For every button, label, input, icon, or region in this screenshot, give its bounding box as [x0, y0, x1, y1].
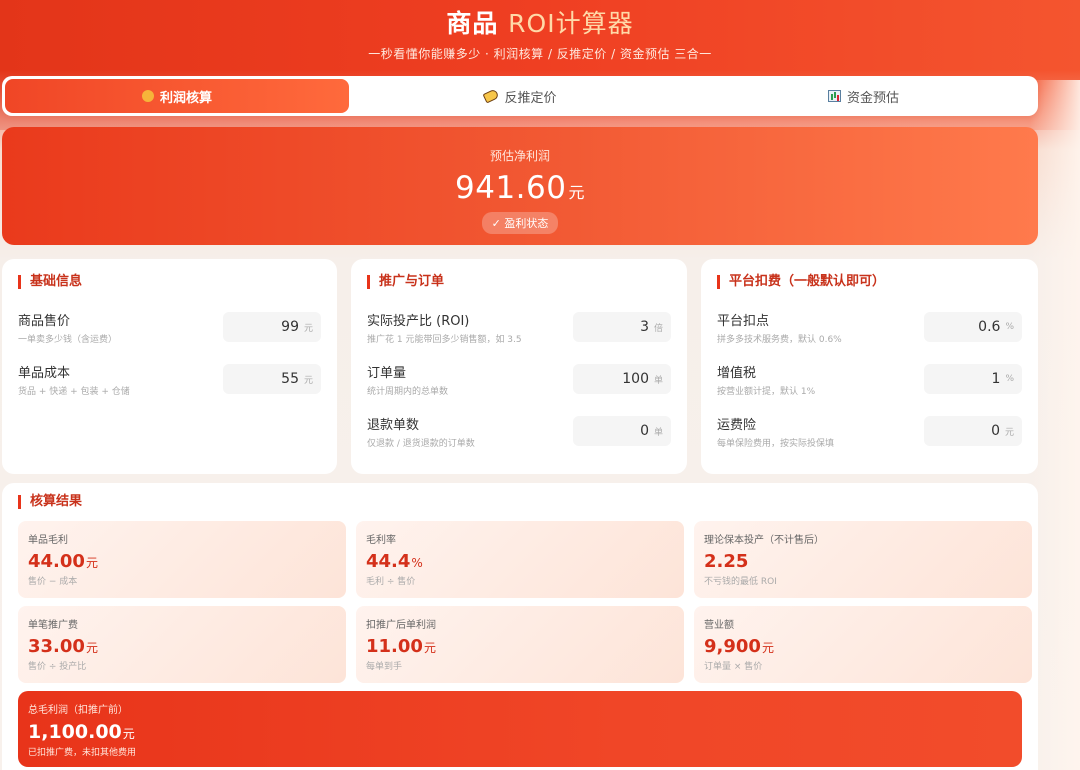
result-label: 毛利率 [366, 535, 396, 546]
net-per-order-card: 扣推广后单利润 11.00元 每单到手 [356, 606, 684, 683]
price-field: 商品售价 一单卖多少钱（含运费） 99 元 [18, 307, 321, 347]
shipping-insurance-field: 运费险 每单保险费用，按实际投保填 0元 [717, 411, 1022, 451]
result-value: 44.00元 [28, 551, 98, 572]
cost-input[interactable]: 55 元 [223, 364, 321, 394]
price-tag-icon [483, 88, 500, 104]
bar-chart-icon [827, 90, 841, 102]
platform-rate-field: 平台扣点 拼多多技术服务费，默认 0.6% 0.6% [717, 307, 1022, 347]
result-value: 2.25 [704, 551, 749, 572]
result-hint: 毛利 ÷ 售价 [366, 577, 416, 587]
results-grid: 单品毛利 44.00元 售价 − 成本 毛利率 44.4% 毛利 ÷ 售价 理论… [18, 521, 1032, 683]
vat-field: 增值税 按营业额计提，默认 1% 1% [717, 359, 1022, 399]
result-hint: 售价 − 成本 [28, 577, 78, 587]
gross-margin-card: 毛利率 44.4% 毛利 ÷ 售价 [356, 521, 684, 598]
platform-fee-card: 平台扣费（一般默认即可） 平台扣点 拼多多技术服务费，默认 0.6% 0.6% … [701, 259, 1038, 474]
field-hint: 按营业额计提，默认 1% [717, 386, 816, 397]
field-label: 实际投产比 (ROI) [367, 313, 470, 329]
total-label: 总毛利润（扣推广前） [28, 705, 128, 716]
result-label: 理论保本投产（不计售后） [704, 535, 824, 546]
card-title: 推广与订单 [367, 275, 671, 289]
results-section: 核算结果 单品毛利 44.00元 售价 − 成本 毛利率 44.4% 毛利 ÷ … [2, 483, 1038, 770]
field-label: 增值税 [717, 365, 757, 381]
result-label: 扣推广后单利润 [366, 620, 436, 631]
results-title: 核算结果 [18, 495, 1022, 509]
result-hint: 订单量 × 售价 [704, 662, 763, 672]
field-hint: 货品 + 快递 + 包装 + 仓储 [18, 386, 130, 397]
tab-funds-estimate-label: 资金预估 [846, 90, 899, 106]
result-value: 44.4% [366, 551, 423, 572]
app-subtitle: 一秒看懂你能赚多少 · 利润核算 / 反推定价 / 资金预估 三合一 [368, 47, 712, 61]
net-profit-banner: 预估净利润 941.60 元 ✓ 盈利状态 [2, 127, 1038, 245]
field-hint: 每单保险费用，按实际投保填 [717, 438, 835, 449]
result-label: 单笔推广费 [28, 620, 78, 631]
order-count-input[interactable]: 100 单 [573, 364, 671, 394]
field-label: 运费险 [717, 417, 757, 433]
field-hint: 仅退款 / 退货退款的订单数 [367, 438, 475, 449]
tab-profit[interactable]: 利润核算 [5, 79, 349, 113]
promo-cost-per-order-card: 单笔推广费 33.00元 售价 ÷ 投产比 [18, 606, 346, 683]
net-profit-value: 941.60 元 [455, 170, 585, 206]
basic-info-card: 基础信息 商品售价 一单卖多少钱（含运费） 99 元 单品成本 货品 + 快递 +… [2, 259, 337, 474]
promo-order-card: 推广与订单 实际投产比 (ROI) 推广花 1 元能带回多少销售额，如 3.5 … [351, 259, 687, 474]
result-value: 11.00元 [366, 636, 436, 657]
revenue-card: 营业额 9,900元 订单量 × 售价 [694, 606, 1032, 683]
unit-gross-profit-card: 单品毛利 44.00元 售价 − 成本 [18, 521, 346, 598]
field-label: 退款单数 [367, 417, 420, 433]
money-bag-icon [141, 90, 154, 102]
total-hint: 已扣推广费，未扣其他费用 [28, 748, 137, 758]
tab-profit-label: 利润核算 [159, 90, 212, 106]
field-label: 订单量 [367, 365, 407, 381]
page-header: 商品 ROI计算器 一秒看懂你能赚多少 · 利润核算 / 反推定价 / 资金预估… [0, 0, 1080, 62]
tab-reverse-pricing[interactable]: 反推定价 [349, 79, 692, 113]
roi-input[interactable]: 3倍 [573, 312, 671, 342]
vat-input[interactable]: 1% [924, 364, 1022, 394]
price-input[interactable]: 99 元 [223, 312, 321, 342]
net-profit-label: 预估净利润 [489, 149, 550, 163]
field-hint: 一单卖多少钱（含运费） [18, 334, 118, 345]
result-label: 营业额 [704, 620, 734, 631]
tab-reverse-pricing-label: 反推定价 [504, 90, 557, 106]
total-value: 1,100.00元 [28, 721, 135, 743]
result-value: 33.00元 [28, 636, 98, 657]
tab-funds-estimate[interactable]: 资金预估 [692, 79, 1035, 113]
app-title: 商品 ROI计算器 [446, 9, 634, 38]
field-hint: 统计周期内的总单数 [367, 386, 449, 397]
field-label: 单品成本 [18, 365, 71, 381]
result-hint: 不亏钱的最低 ROI [704, 577, 777, 587]
field-hint: 推广花 1 元能带回多少销售额，如 3.5 [367, 334, 522, 345]
result-hint: 每单到手 [366, 662, 403, 672]
refund-count-input[interactable]: 0单 [573, 416, 671, 446]
field-label: 商品售价 [18, 313, 71, 329]
card-title: 平台扣费（一般默认即可） [717, 275, 1022, 289]
order-count-field: 订单量 统计周期内的总单数 100 单 [367, 359, 671, 399]
total-gross-profit-card: 总毛利润（扣推广前） 1,100.00元 已扣推广费，未扣其他费用 [18, 691, 1022, 767]
result-label: 单品毛利 [28, 535, 68, 546]
field-hint: 拼多多技术服务费，默认 0.6% [717, 334, 842, 345]
cost-field: 单品成本 货品 + 快递 + 包装 + 仓储 55 元 [18, 359, 321, 399]
result-value: 9,900元 [704, 636, 774, 657]
mode-tabs: 利润核算 反推定价 资金预估 [2, 76, 1038, 116]
shipping-insurance-input[interactable]: 0元 [924, 416, 1022, 446]
field-label: 平台扣点 [717, 313, 770, 329]
card-title: 基础信息 [18, 275, 321, 289]
refund-count-field: 退款单数 仅退款 / 退货退款的订单数 0单 [367, 411, 671, 451]
platform-rate-input[interactable]: 0.6% [924, 312, 1022, 342]
result-hint: 售价 ÷ 投产比 [28, 662, 87, 672]
roi-field: 实际投产比 (ROI) 推广花 1 元能带回多少销售额，如 3.5 3倍 [367, 307, 671, 347]
profit-status-badge: ✓ 盈利状态 [481, 212, 559, 234]
breakeven-roi-card: 理论保本投产（不计售后） 2.25 不亏钱的最低 ROI [694, 521, 1032, 598]
